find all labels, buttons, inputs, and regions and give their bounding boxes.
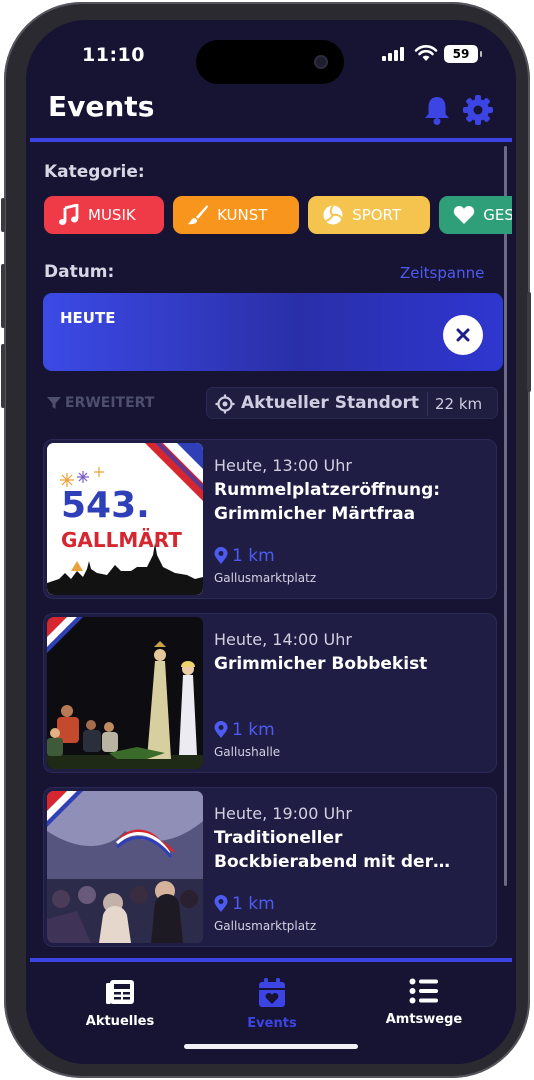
list-icon	[409, 978, 438, 1004]
dynamic-island	[196, 40, 344, 84]
tab-label: Events	[247, 1016, 297, 1031]
category-label: Kategorie:	[44, 162, 145, 182]
power-button	[527, 292, 531, 392]
location-divider	[427, 392, 428, 416]
tab-amtswege[interactable]: Amtswege	[364, 978, 484, 1027]
volleyball-icon	[323, 204, 344, 225]
tab-aktuelles[interactable]: Aktuelles	[60, 978, 180, 1029]
tab-label: Aktuelles	[85, 1014, 155, 1029]
chip-label: MUSIK	[88, 206, 136, 224]
page-title: Events	[48, 90, 155, 123]
theater-stage-image	[47, 617, 203, 769]
event-title: Traditioneller Bockbierabend mit der…	[214, 828, 450, 872]
event-distance: 1 km	[214, 894, 275, 914]
gear-icon[interactable]	[462, 94, 494, 126]
event-title: Rummelplatzeröffnung: Grimmicher Märtfra…	[214, 480, 441, 524]
event-image	[47, 791, 203, 943]
status-bar: 11:10 59	[26, 20, 516, 90]
event-distance-value: 1 km	[232, 894, 275, 914]
newspaper-icon	[106, 980, 134, 1004]
event-venue: Gallusmarktplatz	[214, 571, 317, 585]
camera-icon	[314, 55, 328, 69]
event-distance-value: 1 km	[232, 546, 275, 566]
music-note-icon	[59, 204, 79, 225]
beer-tent-image	[47, 791, 203, 943]
chip-musik[interactable]: MUSIK	[44, 196, 164, 234]
tab-label: Amtswege	[385, 1012, 463, 1027]
chip-gesundheit[interactable]: GESU	[439, 196, 512, 234]
event-card[interactable]: Heute, 14:00 Uhr Grimmicher Bobbekist 1 …	[43, 613, 497, 773]
paintbrush-icon	[188, 205, 209, 225]
app-screen: 11:10 59 Events Kategorie: MUSIK KUNST S…	[26, 20, 516, 1064]
event-card[interactable]: Heute, 19:00 Uhr Traditioneller Bockbier…	[43, 787, 497, 947]
date-value: HEUTE	[60, 309, 116, 327]
phone-frame: 11:10 59 Events Kategorie: MUSIK KUNST S…	[1, 2, 531, 1078]
clear-date-button[interactable]	[443, 315, 483, 355]
status-time: 11:10	[82, 44, 145, 66]
event-distance: 1 km	[214, 546, 275, 566]
advanced-filter-label: ERWEITERT	[65, 395, 155, 411]
bell-icon[interactable]	[422, 94, 452, 126]
battery-icon: 59	[444, 45, 482, 63]
close-icon	[456, 328, 470, 342]
filter-row: ERWEITERT Aktueller Standort 22 km	[44, 386, 504, 420]
volume-down-button	[1, 344, 5, 408]
crosshair-icon	[215, 394, 235, 414]
location-label: Aktueller Standort	[241, 393, 420, 413]
tabbar-divider	[30, 958, 512, 962]
chip-sport[interactable]: SPORT	[308, 196, 431, 234]
map-pin-icon	[214, 895, 228, 912]
poster-title: GALLMÄRT	[61, 528, 182, 552]
event-image: 543. GALLMÄRT	[47, 443, 203, 595]
tab-events[interactable]: Events	[212, 978, 332, 1031]
scrollbar[interactable]	[504, 146, 507, 886]
event-image	[47, 617, 203, 769]
date-label: Datum:	[44, 262, 115, 282]
event-card[interactable]: 543. GALLMÄRT Heute, 13:00 Uhr Rummelpla…	[43, 439, 497, 599]
event-venue: Gallusmarktplatz	[214, 919, 317, 933]
radius-value[interactable]: 22 km	[435, 395, 482, 413]
chip-label: GESU	[483, 206, 512, 224]
location-selector[interactable]: Aktueller Standort 22 km	[206, 387, 498, 419]
event-distance-value: 1 km	[232, 720, 275, 740]
poster-number: 543.	[61, 485, 150, 526]
advanced-filter-button[interactable]: ERWEITERT	[46, 395, 154, 411]
header-divider	[30, 138, 512, 142]
event-time: Heute, 14:00 Uhr	[214, 630, 352, 649]
cellular-signal-icon	[382, 47, 404, 61]
map-pin-icon	[214, 721, 228, 738]
funnel-icon	[47, 397, 61, 409]
gallmaert-poster-image: 543. GALLMÄRT	[47, 443, 203, 595]
wifi-icon	[414, 45, 438, 61]
chip-kunst[interactable]: KUNST	[173, 196, 300, 234]
event-venue: Gallushalle	[214, 745, 281, 759]
home-indicator[interactable]	[184, 1044, 358, 1049]
category-chips: MUSIK KUNST SPORT GESU	[44, 196, 512, 234]
mute-switch	[1, 198, 5, 232]
event-title: Grimmicher Bobbekist	[214, 654, 428, 674]
volume-up-button	[1, 264, 5, 328]
map-pin-icon	[214, 547, 228, 564]
event-distance: 1 km	[214, 720, 275, 740]
heart-icon	[454, 206, 475, 224]
date-selector[interactable]: HEUTE	[43, 293, 503, 371]
date-range-link[interactable]: Zeitspanne	[400, 264, 484, 282]
chip-label: SPORT	[352, 206, 402, 224]
chip-label: KUNST	[217, 206, 268, 224]
calendar-heart-icon	[259, 978, 285, 1007]
event-time: Heute, 19:00 Uhr	[214, 804, 352, 823]
event-time: Heute, 13:00 Uhr	[214, 456, 352, 475]
